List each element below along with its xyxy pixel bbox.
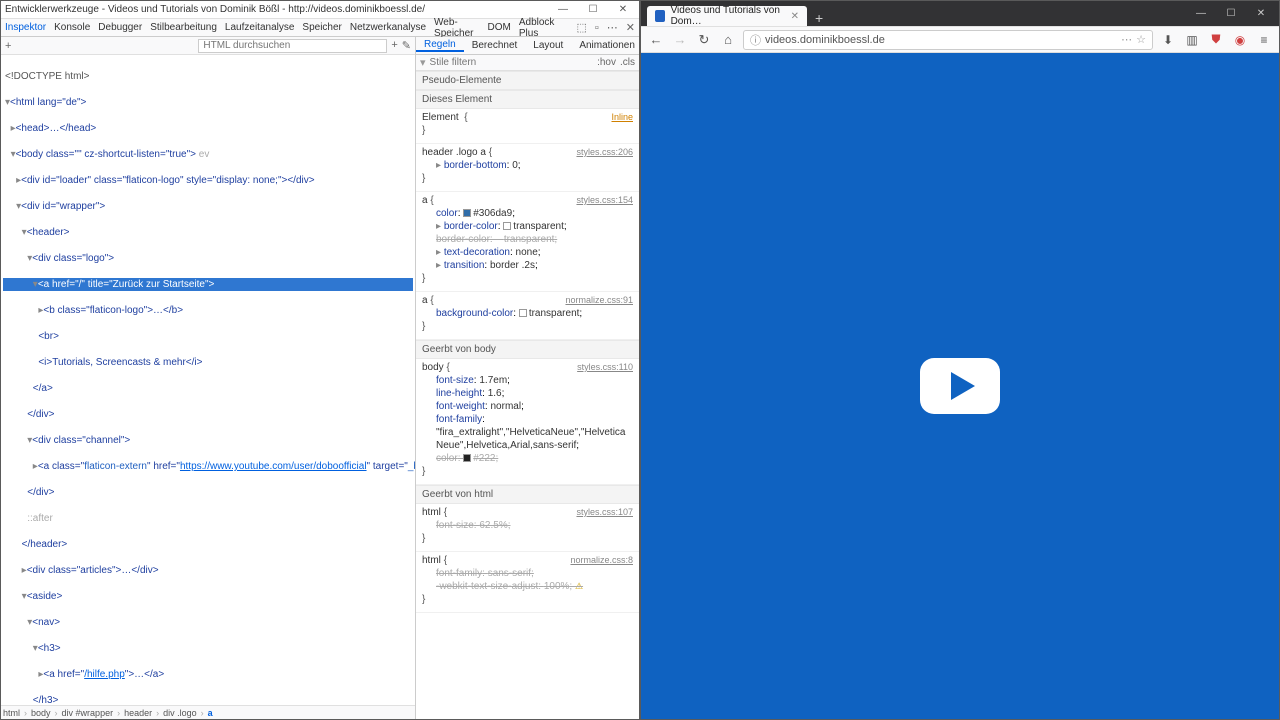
forward-button[interactable]: → bbox=[671, 32, 689, 47]
url-bar[interactable]: ⓘ videos.dominikboessl.de ⋯ ☆ bbox=[743, 30, 1153, 50]
window-controls: — ☐ ✕ bbox=[551, 4, 635, 15]
tool-storage[interactable]: Web-Speicher bbox=[434, 17, 479, 39]
menu-icon[interactable]: ≡ bbox=[1255, 33, 1273, 47]
breadcrumbs: html› body› div #wrapper› header› div .l… bbox=[1, 705, 415, 719]
crumb-logo[interactable]: div .logo bbox=[163, 708, 197, 718]
tab-strip: Videos und Tutorials von Dom… ✕ + bbox=[641, 1, 1189, 26]
markup-tree[interactable]: <!DOCTYPE html> ▾<html lang="de"> ▸<head… bbox=[1, 55, 415, 705]
minimize-button[interactable]: — bbox=[551, 4, 575, 15]
tool-adblock[interactable]: Adblock Plus bbox=[519, 17, 561, 39]
close-button[interactable]: ✕ bbox=[611, 4, 635, 15]
close-devtools-button[interactable]: ✕ bbox=[626, 21, 635, 34]
tab-animations[interactable]: Animationen bbox=[571, 40, 639, 51]
markup-toolbar: + + ✎ bbox=[1, 37, 415, 55]
tool-console[interactable]: Konsole bbox=[54, 22, 90, 33]
new-tab-button[interactable]: + bbox=[807, 10, 831, 26]
home-button[interactable]: ⌂ bbox=[719, 32, 737, 47]
rules-filter-input[interactable] bbox=[430, 57, 594, 68]
bookmark-icon[interactable]: ☆ bbox=[1136, 33, 1146, 46]
maximize-button[interactable]: ☐ bbox=[581, 4, 605, 15]
devtools-toolbar: Inspektor Konsole Debugger Stilbearbeitu… bbox=[1, 19, 639, 37]
rule-element-inline: Element { Inline } bbox=[416, 109, 639, 144]
play-icon bbox=[951, 372, 975, 400]
tool-inspector[interactable]: Inspektor bbox=[5, 22, 46, 33]
source-inline[interactable]: Inline bbox=[611, 111, 633, 124]
rules-panel: Regeln Berechnet Layout Animationen Schr… bbox=[416, 37, 639, 719]
tab-title: Videos und Tutorials von Dom… bbox=[671, 5, 785, 27]
html-search-input[interactable] bbox=[198, 39, 387, 53]
settings-icon[interactable]: ⋯ bbox=[607, 21, 618, 34]
devtools-window: Entwicklerwerkzeuge - Videos und Tutoria… bbox=[0, 0, 640, 720]
rule-html-2: html { normalize.css:8 font-family: sans… bbox=[416, 552, 639, 613]
tool-debugger[interactable]: Debugger bbox=[98, 22, 142, 33]
browser-titlebar: Videos und Tutorials von Dom… ✕ + — ☐ ✕ bbox=[641, 1, 1279, 27]
rules-filter: ▾ :hov .cls bbox=[416, 55, 639, 71]
dock-icon[interactable]: ▫ bbox=[595, 22, 599, 34]
crumb-html[interactable]: html bbox=[3, 708, 20, 718]
filter-icon: ▾ bbox=[420, 56, 426, 69]
source-link[interactable]: styles.css:110 bbox=[577, 361, 633, 374]
page-content bbox=[641, 53, 1279, 719]
source-link[interactable]: styles.css:206 bbox=[576, 146, 633, 159]
tab-layout[interactable]: Layout bbox=[525, 40, 571, 51]
tool-styleedit[interactable]: Stilbearbeitung bbox=[150, 22, 217, 33]
eyedropper-icon[interactable]: ✎ bbox=[402, 39, 411, 52]
extension-icon[interactable]: ◉ bbox=[1231, 33, 1249, 47]
source-link[interactable]: normalize.css:91 bbox=[565, 294, 633, 307]
hov-button[interactable]: :hov bbox=[597, 57, 616, 68]
selected-node[interactable]: ▾<a href="/" title="Zurück zur Startseit… bbox=[3, 278, 413, 291]
browser-tab[interactable]: Videos und Tutorials von Dom… ✕ bbox=[647, 6, 807, 26]
close-button[interactable]: ✕ bbox=[1249, 8, 1273, 19]
rule-a-normalize: a { normalize.css:91 background-color: t… bbox=[416, 292, 639, 340]
maximize-button[interactable]: ☐ bbox=[1219, 8, 1243, 19]
page-action-icon[interactable]: ⋯ bbox=[1121, 33, 1132, 46]
rule-logo-a: header .logo a { styles.css:206 ▸ border… bbox=[416, 144, 639, 192]
library-icon[interactable]: ▥ bbox=[1183, 33, 1201, 47]
reload-button[interactable]: ↻ bbox=[695, 32, 713, 48]
youtube-logo-icon bbox=[920, 358, 1000, 414]
rules-tabs: Regeln Berechnet Layout Animationen Schr… bbox=[416, 37, 639, 55]
window-controls: — ☐ ✕ bbox=[1189, 8, 1279, 19]
source-link[interactable]: styles.css:154 bbox=[576, 194, 633, 207]
add-node-button[interactable]: + bbox=[391, 39, 397, 52]
info-icon[interactable]: ⓘ bbox=[750, 32, 761, 48]
crumb-wrapper[interactable]: div #wrapper bbox=[62, 708, 114, 718]
rules-body[interactable]: Pseudo-Elemente Dieses Element Element {… bbox=[416, 71, 639, 719]
rule-html-1: html { styles.css:107 font-size: 62.5%; … bbox=[416, 504, 639, 552]
url-text: videos.dominikboessl.de bbox=[765, 34, 1117, 46]
cls-button[interactable]: .cls bbox=[620, 57, 635, 68]
tool-perf[interactable]: Laufzeitanalyse bbox=[225, 22, 295, 33]
section-this-element: Dieses Element bbox=[416, 90, 639, 109]
section-pseudo[interactable]: Pseudo-Elemente bbox=[416, 71, 639, 90]
section-inherit-body: Geerbt von body bbox=[416, 340, 639, 359]
section-inherit-html: Geerbt von html bbox=[416, 485, 639, 504]
source-link[interactable]: normalize.css:8 bbox=[570, 554, 633, 567]
markup-panel: + + ✎ <!DOCTYPE html> ▾<html lang="de"> … bbox=[1, 37, 416, 719]
crumb-body[interactable]: body bbox=[31, 708, 51, 718]
tab-close-button[interactable]: ✕ bbox=[791, 11, 799, 22]
download-icon[interactable]: ⬇ bbox=[1159, 33, 1177, 47]
browser-toolbar: ← → ↻ ⌂ ⓘ videos.dominikboessl.de ⋯ ☆ ⬇ … bbox=[641, 27, 1279, 53]
tool-dom[interactable]: DOM bbox=[488, 22, 511, 33]
crumb-a[interactable]: a bbox=[208, 708, 213, 718]
source-link[interactable]: styles.css:107 bbox=[576, 506, 633, 519]
browser-window: Videos und Tutorials von Dom… ✕ + — ☐ ✕ … bbox=[640, 0, 1280, 720]
tool-memory[interactable]: Speicher bbox=[302, 22, 341, 33]
add-tab-button[interactable]: + bbox=[5, 40, 11, 52]
responsive-icon[interactable]: ⬚ bbox=[576, 21, 586, 34]
rule-body: body { styles.css:110 font-size: 1.7em; … bbox=[416, 359, 639, 485]
back-button[interactable]: ← bbox=[647, 32, 665, 47]
window-title: Entwicklerwerkzeuge - Videos und Tutoria… bbox=[5, 4, 551, 15]
favicon-icon bbox=[655, 10, 665, 22]
minimize-button[interactable]: — bbox=[1189, 8, 1213, 19]
crumb-header[interactable]: header bbox=[124, 708, 152, 718]
tab-computed[interactable]: Berechnet bbox=[464, 40, 526, 51]
rule-a: a { styles.css:154 color: #306da9; ▸ bor… bbox=[416, 192, 639, 292]
warning-icon: ⚠ bbox=[575, 581, 583, 591]
tab-rules[interactable]: Regeln bbox=[416, 39, 464, 52]
tool-network[interactable]: Netzwerkanalyse bbox=[350, 22, 426, 33]
adblock-icon[interactable]: ⛊ bbox=[1207, 32, 1225, 47]
